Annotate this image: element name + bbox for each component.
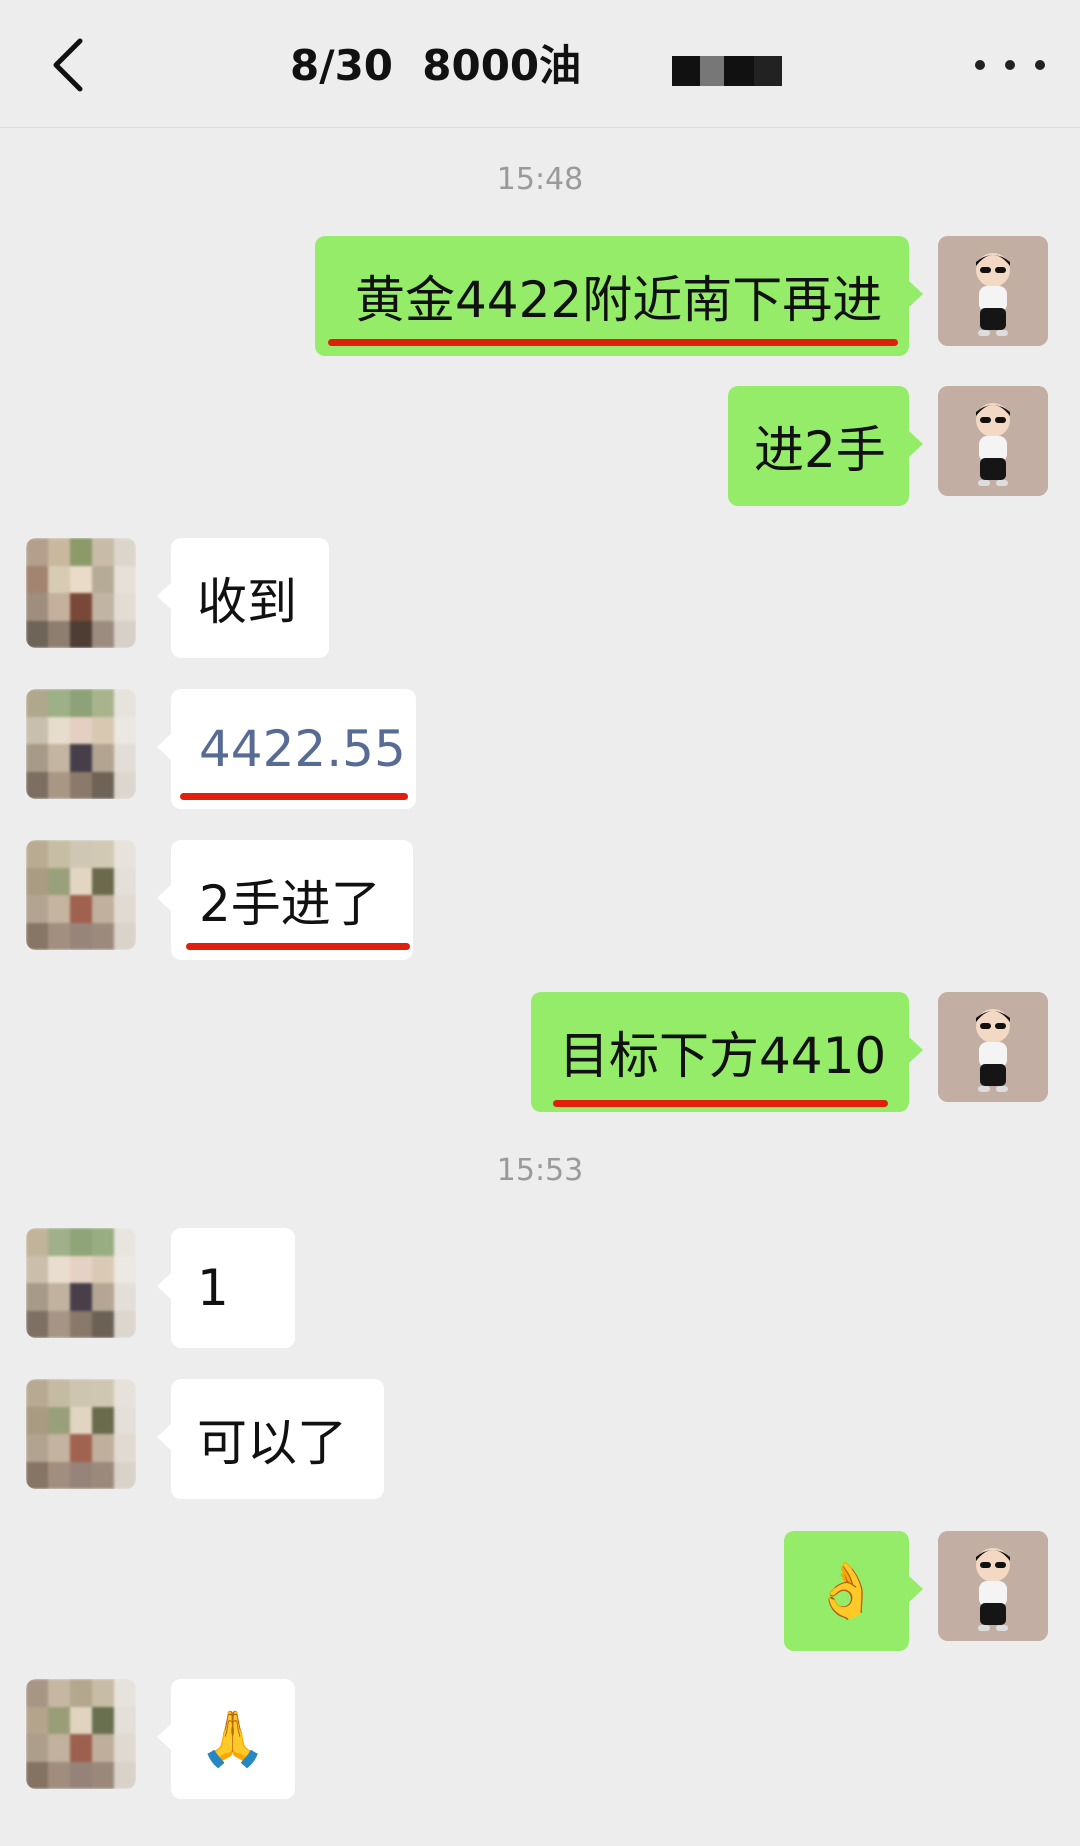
message-bubble-sent[interactable]: 黄金4422附近南下再进: [315, 236, 923, 356]
message-text: 1: [197, 1259, 229, 1317]
cartoon-avatar-icon: [938, 386, 1048, 496]
timestamp: 15:48: [496, 162, 584, 197]
contact-avatar-blurred[interactable]: [26, 689, 136, 799]
my-avatar[interactable]: [938, 236, 1048, 346]
red-underline-annotation: [186, 943, 410, 950]
message-text: 进2手: [754, 421, 886, 479]
chat-title: 8/30 8000油: [290, 41, 582, 90]
more-dots-icon[interactable]: [975, 40, 1045, 90]
back-button[interactable]: [38, 30, 98, 100]
message-bubble-received[interactable]: 收到: [157, 538, 329, 658]
message-text: 可以了: [197, 1414, 347, 1472]
contact-avatar-blurred[interactable]: [26, 1379, 136, 1489]
contact-avatar-blurred[interactable]: [26, 1679, 136, 1789]
cartoon-avatar-icon: [938, 236, 1048, 346]
redacted-title-part: [672, 56, 782, 86]
message-bubble-received[interactable]: 可以了: [157, 1379, 384, 1499]
message-bubble-received[interactable]: 1: [157, 1228, 295, 1348]
message-text: 目标下方4410: [559, 1027, 887, 1085]
ok-hand-emoji: 👌: [812, 1559, 881, 1622]
red-underline-annotation: [180, 793, 408, 800]
message-bubble-sent[interactable]: 进2手: [728, 386, 923, 506]
folded-hands-emoji: 🙏: [199, 1707, 267, 1770]
chat-header: 8/30 8000油: [0, 0, 1080, 128]
red-underline-annotation: [328, 339, 898, 346]
cartoon-avatar-icon: [938, 992, 1048, 1102]
timestamp: 15:53: [496, 1153, 584, 1188]
contact-avatar-blurred[interactable]: [26, 1228, 136, 1338]
my-avatar[interactable]: [938, 386, 1048, 496]
message-bubble-received[interactable]: 🙏: [157, 1679, 295, 1799]
contact-avatar-blurred[interactable]: [26, 840, 136, 950]
message-bubble-sent[interactable]: 👌: [784, 1531, 923, 1651]
cartoon-avatar-icon: [938, 1531, 1048, 1641]
message-text: 黄金4422附近南下再进: [355, 271, 883, 329]
red-underline-annotation: [553, 1100, 888, 1107]
contact-avatar-blurred[interactable]: [26, 538, 136, 648]
chevron-left-icon: [53, 38, 83, 92]
message-bubble-received[interactable]: 4422.55: [157, 689, 416, 809]
message-text: 收到: [197, 573, 297, 631]
message-bubble-sent[interactable]: 目标下方4410: [531, 992, 923, 1112]
my-avatar[interactable]: [938, 992, 1048, 1102]
my-avatar[interactable]: [938, 1531, 1048, 1641]
message-link-text[interactable]: 4422.55: [199, 720, 406, 778]
message-text: 2手进了: [199, 875, 381, 933]
message-bubble-received[interactable]: 2手进了: [157, 840, 413, 960]
